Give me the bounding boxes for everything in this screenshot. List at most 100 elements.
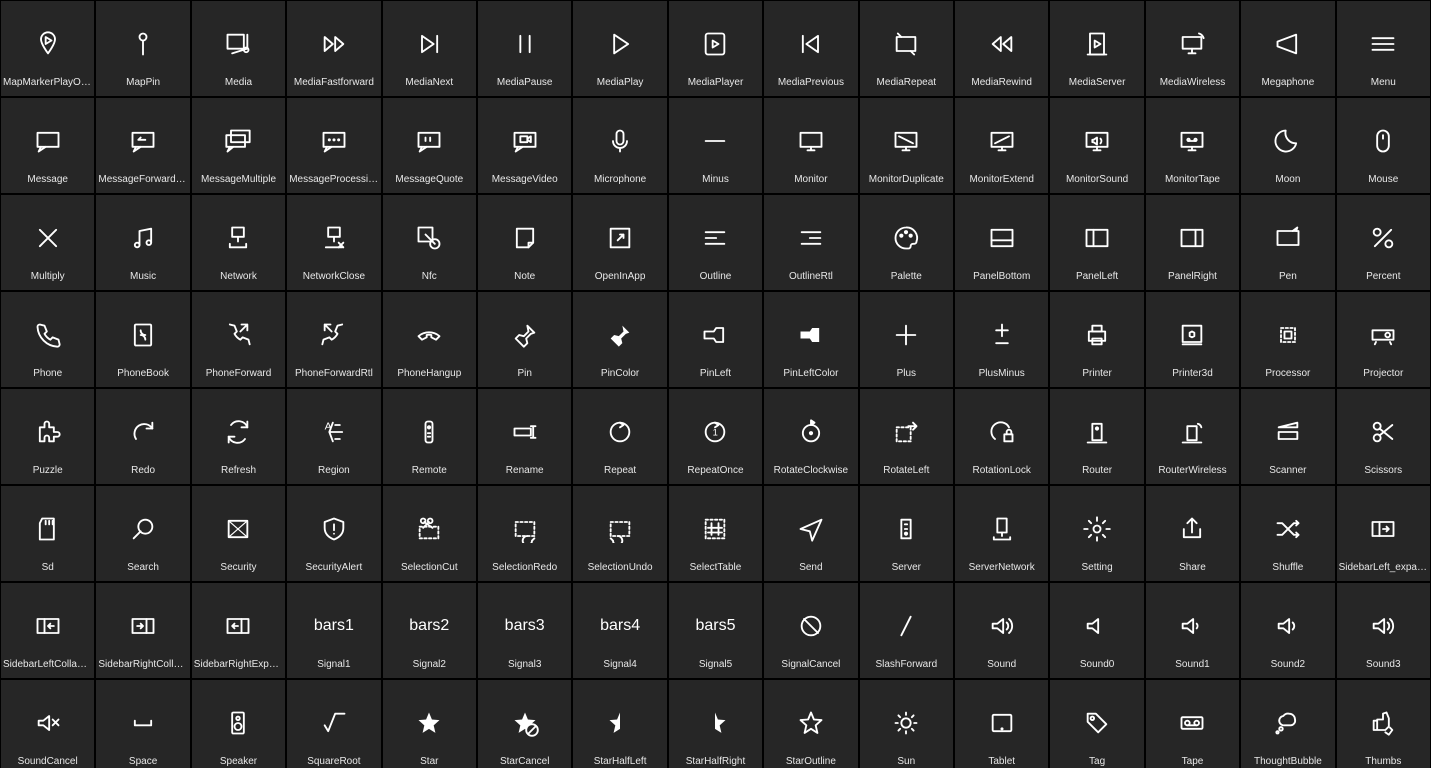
icon-cell-pen[interactable]: Pen (1241, 195, 1334, 290)
icon-cell-printer3d[interactable]: Printer3d (1146, 292, 1239, 387)
icon-cell-share[interactable]: Share (1146, 486, 1239, 581)
icon-cell-outlinertl[interactable]: OutlineRtl (764, 195, 857, 290)
icon-cell-mappin[interactable]: MapPin (96, 1, 189, 96)
icon-cell-router[interactable]: Router (1050, 389, 1143, 484)
icon-cell-media[interactable]: Media (192, 1, 285, 96)
icon-cell-printer[interactable]: Printer (1050, 292, 1143, 387)
icon-cell-thoughtbubble[interactable]: ThoughtBubble (1241, 680, 1334, 768)
icon-cell-processor[interactable]: Processor (1241, 292, 1334, 387)
icon-cell-refresh[interactable]: Refresh (192, 389, 285, 484)
icon-cell-signal3[interactable]: bars3Signal3 (478, 583, 571, 678)
icon-cell-selectionundo[interactable]: SelectionUndo (573, 486, 666, 581)
icon-cell-routerwireless[interactable]: RouterWireless (1146, 389, 1239, 484)
icon-cell-staroutline[interactable]: StarOutline (764, 680, 857, 768)
icon-cell-megaphone[interactable]: Megaphone (1241, 1, 1334, 96)
icon-cell-remote[interactable]: Remote (383, 389, 476, 484)
icon-cell-phoneforwardrtl[interactable]: PhoneForwardRtl (287, 292, 380, 387)
icon-cell-plusminus[interactable]: PlusMinus (955, 292, 1048, 387)
icon-cell-mediafastforward[interactable]: MediaFastforward (287, 1, 380, 96)
icon-cell-music[interactable]: Music (96, 195, 189, 290)
icon-cell-monitorsound[interactable]: MonitorSound (1050, 98, 1143, 193)
icon-cell-signal2[interactable]: bars2Signal2 (383, 583, 476, 678)
icon-cell-rotationlock[interactable]: RotationLock (955, 389, 1048, 484)
icon-cell-pin[interactable]: Pin (478, 292, 571, 387)
icon-cell-sidebarrightexpand[interactable]: SidebarRightExpand (192, 583, 285, 678)
icon-cell-mediaserver[interactable]: MediaServer (1050, 1, 1143, 96)
icon-cell-pincolor[interactable]: PinColor (573, 292, 666, 387)
icon-cell-sound0[interactable]: Sound0 (1050, 583, 1143, 678)
icon-cell-multiply[interactable]: Multiply (1, 195, 94, 290)
icon-cell-mapmarkerplayoutline[interactable]: MapMarkerPlayOutline (1, 1, 94, 96)
icon-cell-scissors[interactable]: Scissors (1337, 389, 1430, 484)
icon-cell-securityalert[interactable]: SecurityAlert (287, 486, 380, 581)
icon-cell-nfc[interactable]: Nfc (383, 195, 476, 290)
icon-cell-panelright[interactable]: PanelRight (1146, 195, 1239, 290)
icon-cell-panelleft[interactable]: PanelLeft (1050, 195, 1143, 290)
icon-cell-scanner[interactable]: Scanner (1241, 389, 1334, 484)
icon-cell-microphone[interactable]: Microphone (573, 98, 666, 193)
icon-cell-space[interactable]: Space (96, 680, 189, 768)
icon-cell-openinapp[interactable]: OpenInApp (573, 195, 666, 290)
icon-cell-mediaplayer[interactable]: MediaPlayer (669, 1, 762, 96)
icon-cell-outline[interactable]: Outline (669, 195, 762, 290)
icon-cell-sound1[interactable]: Sound1 (1146, 583, 1239, 678)
icon-cell-network[interactable]: Network (192, 195, 285, 290)
icon-cell-slashforward[interactable]: SlashForward (860, 583, 953, 678)
icon-cell-soundcancel[interactable]: SoundCancel (1, 680, 94, 768)
icon-cell-sidebarrightcollapse[interactable]: SidebarRightCollapse (96, 583, 189, 678)
icon-cell-servernetwork[interactable]: ServerNetwork (955, 486, 1048, 581)
icon-cell-send[interactable]: Send (764, 486, 857, 581)
icon-cell-monitorduplicate[interactable]: MonitorDuplicate (860, 98, 953, 193)
icon-cell-selectioncut[interactable]: SelectionCut (383, 486, 476, 581)
icon-cell-sound2[interactable]: Sound2 (1241, 583, 1334, 678)
icon-cell-thumbs[interactable]: Thumbs (1337, 680, 1430, 768)
icon-cell-sound3[interactable]: Sound3 (1337, 583, 1430, 678)
icon-cell-tag[interactable]: Tag (1050, 680, 1143, 768)
icon-cell-selectionredo[interactable]: SelectionRedo (478, 486, 571, 581)
icon-cell-panelbottom[interactable]: PanelBottom (955, 195, 1048, 290)
icon-cell-mediawireless[interactable]: MediaWireless (1146, 1, 1239, 96)
icon-cell-starcancel[interactable]: StarCancel (478, 680, 571, 768)
icon-cell-message[interactable]: Message (1, 98, 94, 193)
icon-cell-sidebarleft_expand[interactable]: SidebarLeft_expand (1337, 486, 1430, 581)
icon-cell-messagemultiple[interactable]: MessageMultiple (192, 98, 285, 193)
icon-cell-signal5[interactable]: bars5Signal5 (669, 583, 762, 678)
icon-cell-search[interactable]: Search (96, 486, 189, 581)
icon-cell-squareroot[interactable]: SquareRoot (287, 680, 380, 768)
icon-cell-mediapause[interactable]: MediaPause (478, 1, 571, 96)
icon-cell-sd[interactable]: Sd (1, 486, 94, 581)
icon-cell-starhalfright[interactable]: StarHalfRight (669, 680, 762, 768)
icon-cell-mouse[interactable]: Mouse (1337, 98, 1430, 193)
icon-cell-menu[interactable]: Menu (1337, 1, 1430, 96)
icon-cell-sidebarleftcollapse[interactable]: SidebarLeftCollapse (1, 583, 94, 678)
icon-cell-mediaplay[interactable]: MediaPlay (573, 1, 666, 96)
icon-cell-setting[interactable]: Setting (1050, 486, 1143, 581)
icon-cell-mediaprevious[interactable]: MediaPrevious (764, 1, 857, 96)
icon-cell-shuffle[interactable]: Shuffle (1241, 486, 1334, 581)
icon-cell-phonehangup[interactable]: PhoneHangup (383, 292, 476, 387)
icon-cell-palette[interactable]: Palette (860, 195, 953, 290)
icon-cell-tape[interactable]: Tape (1146, 680, 1239, 768)
icon-cell-percent[interactable]: Percent (1337, 195, 1430, 290)
icon-cell-projector[interactable]: Projector (1337, 292, 1430, 387)
icon-cell-phone[interactable]: Phone (1, 292, 94, 387)
icon-cell-repeatonce[interactable]: 1RepeatOnce (669, 389, 762, 484)
icon-cell-monitorextend[interactable]: MonitorExtend (955, 98, 1048, 193)
icon-cell-monitortape[interactable]: MonitorTape (1146, 98, 1239, 193)
icon-cell-security[interactable]: Security (192, 486, 285, 581)
icon-cell-messageforwardrtl[interactable]: MessageForwardRtl (96, 98, 189, 193)
icon-cell-note[interactable]: Note (478, 195, 571, 290)
icon-cell-speaker[interactable]: Speaker (192, 680, 285, 768)
icon-cell-signal1[interactable]: bars1Signal1 (287, 583, 380, 678)
icon-cell-signal4[interactable]: bars4Signal4 (573, 583, 666, 678)
icon-cell-tablet[interactable]: Tablet (955, 680, 1048, 768)
icon-cell-rotateclockwise[interactable]: RotateClockwise (764, 389, 857, 484)
icon-cell-mediarepeat[interactable]: MediaRepeat (860, 1, 953, 96)
icon-cell-phonebook[interactable]: PhoneBook (96, 292, 189, 387)
icon-cell-messagevideo[interactable]: MessageVideo (478, 98, 571, 193)
icon-cell-starhalfleft[interactable]: StarHalfLeft (573, 680, 666, 768)
icon-cell-pinleft[interactable]: PinLeft (669, 292, 762, 387)
icon-cell-medianext[interactable]: MediaNext (383, 1, 476, 96)
icon-cell-sun[interactable]: Sun (860, 680, 953, 768)
icon-cell-region[interactable]: ARegion (287, 389, 380, 484)
